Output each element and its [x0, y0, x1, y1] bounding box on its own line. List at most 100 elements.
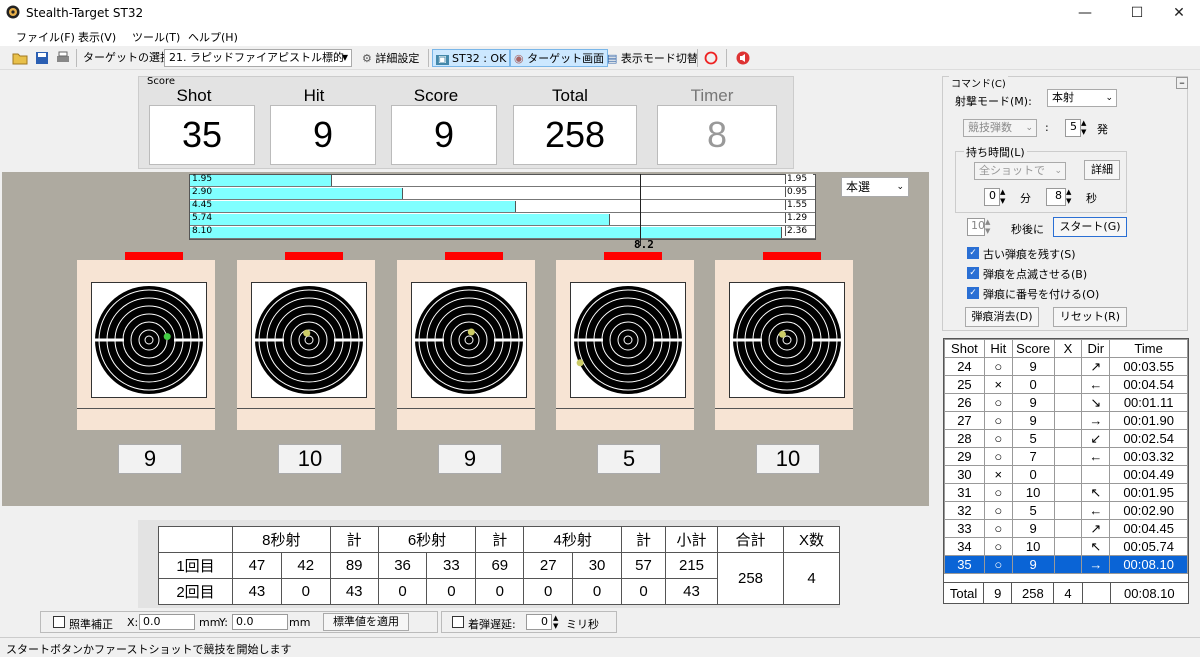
aim-correction-checkbox[interactable]	[53, 616, 65, 628]
menu-file[interactable]: ファイル(F)	[16, 29, 75, 45]
shot-cell: 30	[944, 465, 985, 484]
shot-cell: 00:04.49	[1109, 465, 1188, 484]
target-screen-button[interactable]: ◉ ターゲット画面	[510, 49, 609, 67]
y-offset-field[interactable]: 0.0	[232, 614, 288, 630]
shot-cell: ×	[983, 465, 1013, 484]
minutes-spinner[interactable]: ▲ ▼	[1000, 188, 1005, 206]
time-scope-select[interactable]: 全ショットで ⌄	[974, 162, 1066, 180]
detail-button[interactable]: 詳細	[1084, 160, 1120, 180]
rounds-unit: 発	[1097, 123, 1108, 136]
maximize-button[interactable]: ☐	[1114, 0, 1160, 26]
seconds-spinner[interactable]: ▲ ▼	[1066, 188, 1071, 206]
shot-row[interactable]: 32 ○ 5 ← 00:02.90	[944, 501, 1188, 520]
close-button[interactable]: ✕	[1156, 0, 1200, 26]
interval-bar-label: 8.10	[192, 226, 213, 236]
interval-bar-fill	[190, 201, 516, 212]
shot-heading: Shot	[176, 86, 212, 105]
interval-bar-fill	[190, 188, 404, 199]
st32-status-button[interactable]: ▣ ST32 : OK	[432, 49, 511, 67]
shot-row[interactable]: 27 ○ 9 → 00:01.90	[944, 411, 1188, 430]
mute-icon[interactable]	[736, 51, 750, 65]
shot-row[interactable]: 31 ○ 10 ↖ 00:01.95	[944, 483, 1188, 502]
shot-row[interactable]: 26 ○ 9 ↘ 00:01.11	[944, 393, 1188, 412]
shot-value: 35	[149, 105, 255, 165]
shooting-mode-value: 本射	[1052, 91, 1074, 104]
menu-view[interactable]: 表示(V)	[78, 29, 116, 45]
table-cell: 89	[329, 552, 379, 579]
shot-row[interactable]: 25 × 0 ← 00:04.54	[944, 375, 1188, 394]
round-count-field[interactable]: 5	[1065, 119, 1081, 137]
shot-total-row: Total 9 258 4 00:08.10	[942, 582, 1190, 604]
bullseye-icon	[94, 286, 204, 394]
menu-bar: ファイル(F) 表示(V) ツール(T) ヘルプ(H)	[0, 26, 1200, 46]
menu-tools[interactable]: ツール(T)	[132, 29, 180, 45]
toolbar: ターゲットの選択: 21. ラピッドファイアピストル標的 ▼ ⚙ 詳細設定 ▣ …	[0, 46, 1200, 70]
clear-holes-button[interactable]: 弾痕消去(D)	[965, 307, 1039, 327]
time-scope-value: 全ショットで	[979, 164, 1045, 177]
shot-cell: ○	[983, 501, 1013, 520]
shot-cell	[1081, 465, 1111, 484]
reset-button[interactable]: リセット(R)	[1053, 307, 1127, 327]
shot-cell: ○	[983, 429, 1013, 448]
range-display: 1.95 1.95 2.90 0.95 4.45 1.55 5.74 1.29 8.10 2.36…	[2, 172, 929, 506]
shot-cell: 00:01.11	[1109, 393, 1188, 412]
display-mode-button[interactable]: ▤ 表示モード切替	[603, 49, 702, 67]
target-face	[729, 282, 845, 398]
target-icon: ◉	[514, 52, 524, 65]
minutes-field[interactable]: 0	[984, 188, 1000, 206]
start-button[interactable]: スタート(G)	[1053, 217, 1127, 237]
number-holes-checkbox[interactable]: ✓	[967, 287, 979, 299]
blink-holes-checkbox[interactable]: ✓	[967, 267, 979, 279]
st32-status-label: ST32 : OK	[452, 52, 507, 65]
round-count-select[interactable]: 競技弾数 ⌄	[963, 119, 1037, 137]
shot-row[interactable]: 24 ○ 9 ↗ 00:03.55	[944, 357, 1188, 376]
table-cell: 33	[426, 552, 477, 579]
shot-row[interactable]: 34 ○ 10 ↖ 00:05.74	[944, 537, 1188, 556]
shot-cell: ↖	[1081, 483, 1111, 502]
impact-delay-checkbox[interactable]	[452, 616, 464, 628]
target-face	[411, 282, 527, 398]
bullseye-icon	[254, 286, 364, 394]
settings-button[interactable]: ⚙ 詳細設定	[358, 49, 423, 67]
shot-cell: 5	[1011, 501, 1055, 520]
shot-cell: 25	[944, 375, 985, 394]
shot-row[interactable]: 29 ○ 7 ← 00:03.32	[944, 447, 1188, 466]
table-cell: 27	[523, 552, 574, 579]
keep-old-holes-checkbox[interactable]: ✓	[967, 247, 979, 259]
seconds-field[interactable]: 8	[1046, 188, 1066, 206]
interval-bar-label: 2.90	[192, 187, 213, 197]
print-icon[interactable]	[55, 51, 71, 65]
record-circle-icon[interactable]	[704, 51, 718, 65]
range-select[interactable]: 本選 ⌄	[841, 177, 909, 197]
x-offset-field[interactable]: 0.0	[139, 614, 195, 630]
open-folder-icon[interactable]	[12, 51, 28, 65]
target-select[interactable]: 21. ラピッドファイアピストル標的 ▼	[164, 49, 352, 67]
start-delay-field[interactable]: 10	[967, 218, 985, 236]
menu-help[interactable]: ヘルプ(H)	[188, 29, 238, 45]
shot-cell: 9	[1011, 393, 1055, 412]
shot-col-header: X	[1053, 339, 1083, 358]
shot-row[interactable]: 33 ○ 9 ↗ 00:04.45	[944, 519, 1188, 538]
minimize-button[interactable]: —	[1062, 0, 1108, 26]
time-limit-group: 持ち時間(L) 全ショットで ⌄ 詳細 0 ▲ ▼ 分 8 ▲ ▼ 秒	[955, 144, 1127, 213]
apply-default-button[interactable]: 標準値を適用	[323, 613, 409, 631]
table-cell: 42	[280, 552, 331, 579]
shot-cell: 33	[944, 519, 985, 538]
round-count-spinner[interactable]: ▲ ▼	[1081, 119, 1086, 137]
shot-cell: →	[1081, 555, 1111, 574]
shot-row[interactable]: 35 ○ 9 → 00:08.10	[944, 555, 1188, 574]
shot-row[interactable]: 28 ○ 5 ↙ 00:02.54	[944, 429, 1188, 448]
shot-total-cell: 00:08.10	[1109, 582, 1190, 604]
impact-delay-field[interactable]: 0	[526, 614, 552, 630]
table-cell: 36	[377, 552, 428, 579]
shot-cell	[1053, 393, 1083, 412]
target-card	[237, 260, 375, 430]
save-icon[interactable]	[35, 51, 49, 65]
shooting-mode-select[interactable]: 本射 ⌄	[1047, 89, 1117, 107]
delay-spinner[interactable]: ▲ ▼	[553, 614, 558, 630]
col-sum-4: 計	[621, 526, 666, 553]
start-delay-spinner[interactable]: ▲ ▼	[985, 218, 990, 236]
collapse-button[interactable]: –	[1176, 77, 1188, 89]
shot-row[interactable]: 30 × 0 00:04.49	[944, 465, 1188, 484]
gear-icon: ⚙	[362, 52, 372, 65]
